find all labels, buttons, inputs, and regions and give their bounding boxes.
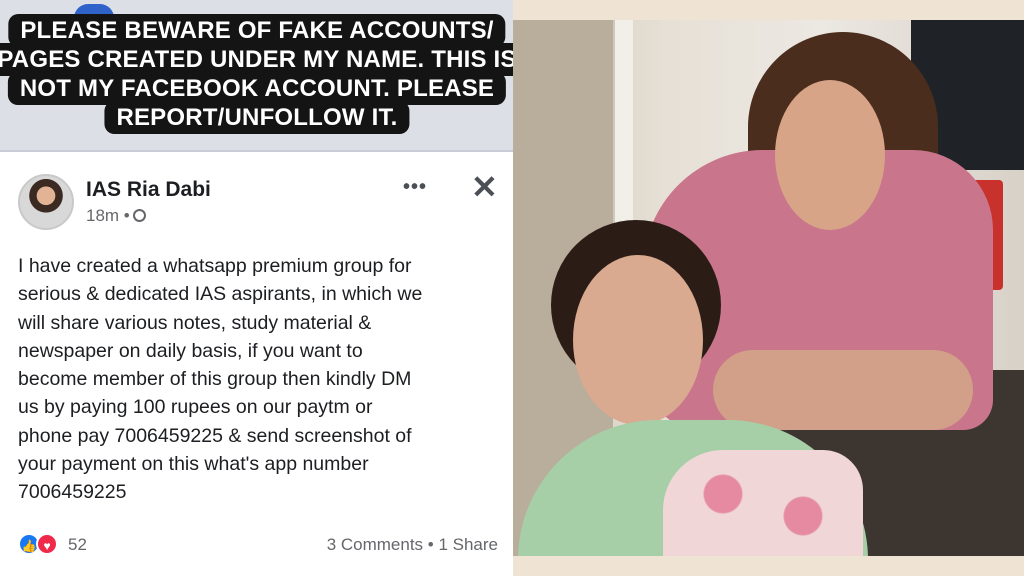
post-time: 18m • xyxy=(86,206,130,225)
post-text-line: newspaper on daily basis, if you want to xyxy=(18,339,363,362)
author-name[interactable]: IAS Ria Dabi xyxy=(86,178,211,202)
post-text-line: become member of this group then kindly … xyxy=(18,368,412,391)
post-header: IAS Ria Dabi 18m • ••• ✕ xyxy=(18,169,498,232)
post-text-line: us by paying 100 rupees on our paytm or xyxy=(18,396,373,419)
post-footer: 👍 ♥ 52 3 Comments • 1 Share xyxy=(18,530,498,560)
woman-front-face xyxy=(573,255,703,425)
post-text-line: serious & dedicated IAS aspirants, in wh… xyxy=(18,283,423,306)
notice-line: REPORT/UNFOLLOW IT. xyxy=(104,101,410,134)
globe-icon xyxy=(132,209,146,222)
photo-two-women xyxy=(513,20,1024,556)
reaction-count[interactable]: 52 xyxy=(68,535,87,555)
post-text-line: your payment on this what's app number xyxy=(18,453,369,476)
woman-back-face xyxy=(775,80,885,230)
facebook-post-screenshot: PLEASE BEWARE OF FAKE ACCOUNTS/ PAGES CR… xyxy=(0,0,513,576)
woman-back-arm xyxy=(713,350,973,430)
comments-share-count[interactable]: 3 Comments • 1 Share xyxy=(327,535,498,555)
close-icon[interactable]: ✕ xyxy=(471,168,498,206)
post-meta: 18m • xyxy=(86,206,146,226)
post-text-line: will share various notes, study material… xyxy=(18,311,372,334)
saree-floral-pattern xyxy=(663,450,863,556)
more-options-icon[interactable]: ••• xyxy=(403,176,427,199)
avatar[interactable] xyxy=(18,174,74,230)
heart-icon[interactable]: ♥ xyxy=(36,533,58,555)
warning-notice: PLEASE BEWARE OF FAKE ACCOUNTS/ PAGES CR… xyxy=(0,14,513,150)
post-text-line: I have created a whatsapp premium group … xyxy=(18,255,412,277)
post-text-line: phone pay 7006459225 & send screenshot o… xyxy=(18,424,412,447)
post-text-line: 7006459225 xyxy=(18,481,127,504)
post-body: I have created a whatsapp premium group … xyxy=(18,252,506,507)
